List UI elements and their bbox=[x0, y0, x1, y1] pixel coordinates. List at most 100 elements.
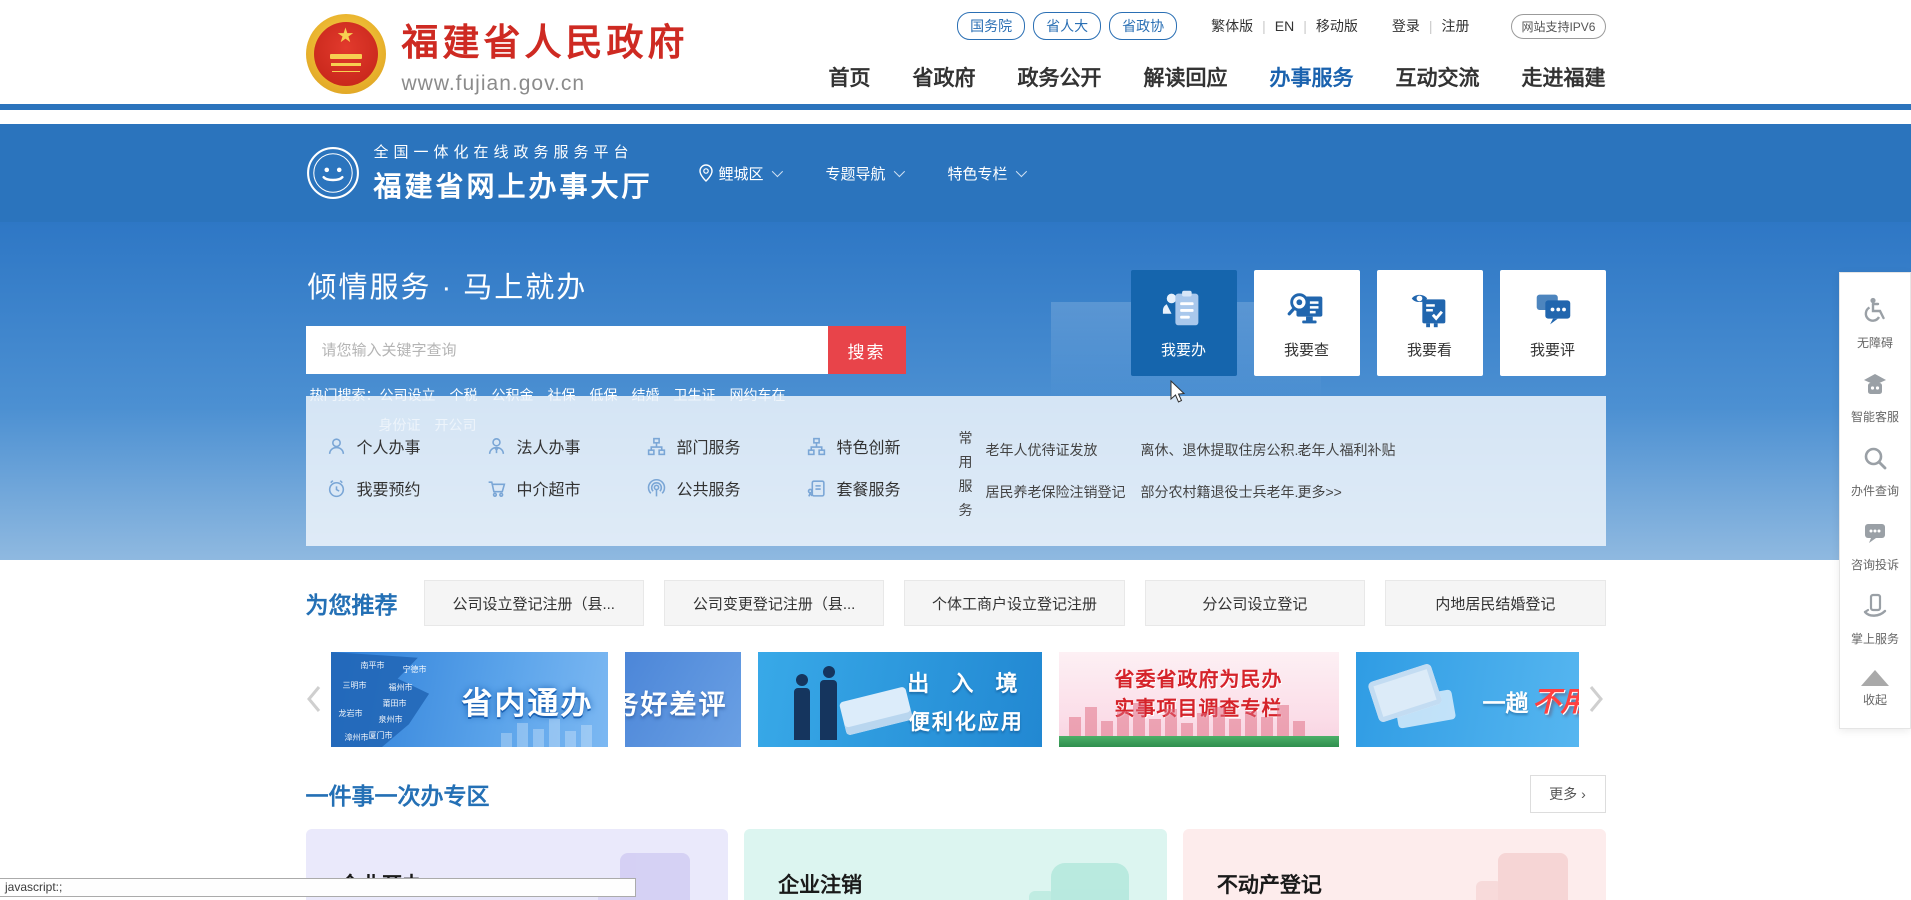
one-stop-card-real-estate[interactable]: 不动产登记 不动产交易、办税、登记 全过程“一窗受理”一 bbox=[1183, 829, 1606, 900]
alarm-clock-icon bbox=[326, 478, 347, 499]
nav-provincial-gov[interactable]: 省政府 bbox=[913, 62, 976, 92]
banner-service-rating[interactable]: 务好差评 bbox=[625, 652, 741, 747]
service-link[interactable]: 老年人福利补贴 bbox=[1298, 440, 1396, 460]
sidebar-smart-service[interactable]: 智能客服 bbox=[1840, 361, 1910, 435]
register-link[interactable]: 注册 bbox=[1441, 16, 1469, 36]
nav-home[interactable]: 首页 bbox=[829, 62, 871, 92]
package-doc-icon bbox=[806, 478, 827, 499]
search-icon bbox=[1861, 444, 1889, 472]
menu-item-appointment[interactable]: 我要预约 bbox=[326, 476, 486, 500]
mobile-hand-icon bbox=[1861, 592, 1889, 620]
sitemap-icon bbox=[806, 436, 827, 457]
cart-icon bbox=[486, 478, 507, 499]
action-card-apply[interactable]: 我要办 bbox=[1131, 270, 1237, 376]
common-services-vertical-label: 常用服务 bbox=[959, 426, 975, 522]
menu-item-departments[interactable]: 部门服务 bbox=[646, 434, 806, 458]
recommend-item-company-change[interactable]: 公司变更登记注册（县... bbox=[664, 580, 884, 626]
nav-about-fujian[interactable]: 走进福建 bbox=[1522, 62, 1606, 92]
chat-icon bbox=[1861, 518, 1889, 546]
one-stop-title: 一件事一次办专区 bbox=[306, 777, 490, 811]
service-link[interactable]: 部分农村籍退役士兵老年... bbox=[1141, 482, 1298, 502]
banner-carousel: 南平市 宁德市 三明市 福州市 莆田市 龙岩市 泉州市 厦门市 漳州市 省内通办… bbox=[306, 652, 1606, 747]
corporate-person-icon bbox=[486, 436, 507, 457]
location-selector[interactable]: 鲤城区 bbox=[699, 163, 780, 184]
buildings-decoration bbox=[501, 719, 592, 747]
briefcase-graphic bbox=[1051, 863, 1129, 900]
service-link[interactable]: 老年人优待证发放 bbox=[986, 440, 1141, 460]
collapse-triangle-icon bbox=[1861, 670, 1889, 686]
more-services-link[interactable]: 更多>> bbox=[1298, 482, 1396, 502]
skyline-graphic bbox=[1069, 703, 1329, 737]
recommend-title: 为您推荐 bbox=[306, 586, 398, 620]
sidebar-collapse[interactable]: 收起 bbox=[1840, 657, 1910, 718]
banner-province-wide-service[interactable]: 南平市 宁德市 三明市 福州市 莆田市 龙岩市 泉州市 厦门市 漳州市 省内通办 bbox=[331, 652, 608, 747]
recommend-item-marriage-registration[interactable]: 内地居民结婚登记 bbox=[1385, 580, 1605, 626]
service-link[interactable]: 离休、退休提取住房公积... bbox=[1141, 440, 1298, 460]
common-services-list: 老年人优待证发放 离休、退休提取住房公积... 老年人福利补贴 居民养老保险注销… bbox=[986, 440, 1396, 502]
recommend-item-branch-setup[interactable]: 分公司设立登记 bbox=[1145, 580, 1365, 626]
top-links: 国务院 省人大 省政协 繁体版 | EN | 移动版 登录 | 注册 网站支持I… bbox=[949, 12, 1605, 40]
menu-item-corporate[interactable]: 法人办事 bbox=[486, 434, 646, 458]
one-stop-more-button[interactable]: 更多› bbox=[1530, 775, 1606, 813]
service-link[interactable]: 居民养老保险注销登记 bbox=[986, 482, 1141, 502]
action-card-query[interactable]: 我要查 bbox=[1254, 270, 1360, 376]
nav-interpretation[interactable]: 解读回应 bbox=[1144, 62, 1228, 92]
chevron-down-icon bbox=[771, 166, 782, 177]
carousel-next-icon[interactable] bbox=[1588, 684, 1604, 714]
building-graphic bbox=[1498, 853, 1568, 900]
topic-nav-menu[interactable]: 专题导航 bbox=[826, 163, 902, 184]
floating-sidebar: 无障碍 智能客服 办件查询 咨询投诉 掌上服务 收起 bbox=[1839, 272, 1911, 729]
gov-link-shengzhengxie[interactable]: 省政协 bbox=[1109, 12, 1177, 40]
special-column-menu[interactable]: 特色专栏 bbox=[948, 163, 1024, 184]
browser-status-bar: javascript:; bbox=[0, 878, 636, 897]
gov-link-shengrenda[interactable]: 省人大 bbox=[1033, 12, 1101, 40]
action-card-review[interactable]: 我要评 bbox=[1500, 270, 1606, 376]
services-panel: 个人办事 法人办事 部门服务 特色创 bbox=[306, 396, 1606, 546]
star-icon: ★ bbox=[306, 26, 386, 46]
sidebar-consult-complaint[interactable]: 咨询投诉 bbox=[1840, 509, 1910, 583]
banner-one-trip[interactable]: 一趟不用 bbox=[1356, 652, 1579, 747]
platform-tagline: 全国一体化在线政务服务平台 bbox=[374, 141, 653, 162]
nav-services[interactable]: 办事服务 bbox=[1270, 62, 1354, 92]
banner-practical-projects-survey[interactable]: 省委省政府为民办 实事项目调查专栏 bbox=[1059, 652, 1339, 747]
menu-item-package-services[interactable]: 套餐服务 bbox=[806, 476, 966, 500]
banner-entry-exit[interactable]: 出 入 境 便利化应用 bbox=[758, 652, 1042, 747]
lang-mobile[interactable]: 移动版 bbox=[1316, 16, 1358, 36]
main-nav: 首页 省政府 政务公开 解读回应 办事服务 互动交流 走进福建 bbox=[829, 62, 1606, 92]
one-stop-card-business-cancel[interactable]: 企业注销 企业注销一窗通办，减少企业跑动次数 bbox=[744, 829, 1167, 900]
search-button[interactable]: 搜索 bbox=[828, 326, 906, 374]
menu-item-agency-market[interactable]: 中介超市 bbox=[486, 476, 646, 500]
platform-title: 福建省网上办事大厅 bbox=[374, 165, 653, 205]
platform-bar: 全国一体化在线政务服务平台 福建省网上办事大厅 鲤城区 专题导航 特色专栏 bbox=[0, 124, 1911, 222]
gov-link-guowuyuan[interactable]: 国务院 bbox=[957, 12, 1025, 40]
robot-icon bbox=[1861, 370, 1889, 398]
sidebar-mobile-service[interactable]: 掌上服务 bbox=[1840, 583, 1910, 657]
chevron-down-icon bbox=[893, 166, 904, 177]
carousel-prev-icon[interactable] bbox=[306, 684, 322, 714]
lang-en[interactable]: EN bbox=[1275, 18, 1294, 34]
search-input[interactable] bbox=[306, 326, 828, 374]
menu-item-innovation[interactable]: 特色创新 bbox=[806, 434, 966, 458]
top-header: ★ 福建省人民政府 www.fujian.gov.cn 国务院 省人大 省政协 … bbox=[0, 0, 1911, 110]
person-icon bbox=[326, 436, 347, 457]
action-cards: 我要办 我要查 bbox=[1131, 270, 1606, 376]
site-url: www.fujian.gov.cn bbox=[402, 72, 689, 96]
menu-item-personal[interactable]: 个人办事 bbox=[326, 434, 486, 458]
recommend-item-company-setup[interactable]: 公司设立登记注册（县... bbox=[424, 580, 644, 626]
menu-item-public-services[interactable]: 公共服务 bbox=[646, 476, 806, 500]
platform-logo-icon bbox=[306, 146, 360, 200]
broadcast-icon bbox=[646, 478, 667, 499]
hero-slogan: 倾情服务 · 马上就办 bbox=[308, 264, 588, 306]
sidebar-case-query[interactable]: 办件查询 bbox=[1840, 435, 1910, 509]
location-pin-icon bbox=[699, 164, 713, 182]
sidebar-accessibility[interactable]: 无障碍 bbox=[1840, 287, 1910, 361]
chevron-right-icon: › bbox=[1581, 786, 1586, 802]
comment-icon bbox=[1530, 286, 1576, 332]
nav-interaction[interactable]: 互动交流 bbox=[1396, 62, 1480, 92]
site-logo-area: ★ 福建省人民政府 www.fujian.gov.cn bbox=[306, 12, 689, 96]
action-card-view[interactable]: 我要看 bbox=[1377, 270, 1483, 376]
recommend-item-individual-business[interactable]: 个体工商户设立登记注册 bbox=[904, 580, 1124, 626]
lang-traditional[interactable]: 繁体版 bbox=[1211, 16, 1253, 36]
nav-gov-affairs[interactable]: 政务公开 bbox=[1018, 62, 1102, 92]
login-link[interactable]: 登录 bbox=[1392, 16, 1420, 36]
